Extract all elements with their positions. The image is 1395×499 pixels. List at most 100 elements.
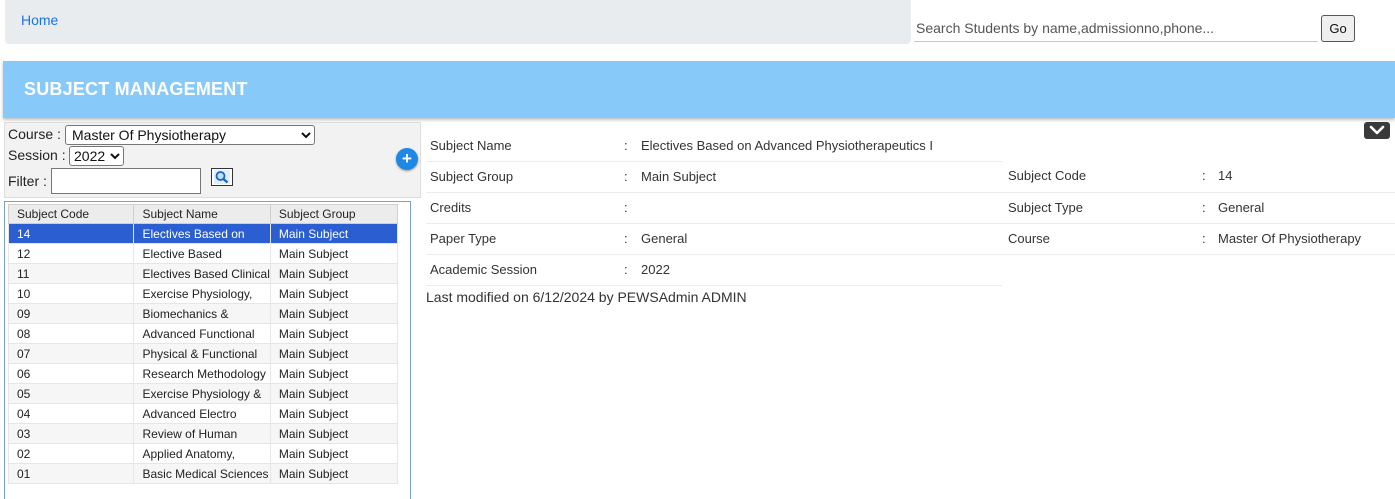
course-select[interactable]: Master Of Physiotherapy (65, 125, 315, 145)
cell-subject-code: 04 (7, 403, 135, 424)
cell-subject-name: Electives Based on (133, 223, 271, 244)
table-row[interactable]: 11 Electives Based Clinical Main Subject (7, 263, 399, 284)
table-row[interactable]: 03 Review of Human Main Subject (7, 423, 399, 444)
chevron-down-icon (1369, 125, 1385, 135)
subject-type-value: General (1218, 200, 1265, 215)
session-label: Session : (8, 147, 66, 163)
column-header-subject-group[interactable]: Subject Group (269, 204, 399, 224)
table-header-row: Subject Code Subject Name Subject Group (7, 204, 399, 224)
plus-circle-icon: + (402, 149, 412, 168)
go-button[interactable]: Go (1321, 15, 1355, 42)
separator: : (1202, 231, 1206, 246)
separator: : (624, 200, 628, 215)
table-row[interactable]: 12 Elective Based Main Subject (7, 243, 399, 264)
cell-subject-group: Main Subject (269, 403, 399, 424)
table-row[interactable]: 06 Research Methodology Main Subject (7, 363, 399, 384)
table-row[interactable]: 01 Basic Medical Sciences Main Subject (7, 463, 399, 484)
cell-subject-code: 10 (7, 283, 135, 304)
last-modified-text: Last modified on 6/12/2024 by PEWSAdmin … (426, 289, 747, 305)
subject-group-value: Main Subject (641, 169, 717, 184)
subject-name-value: Electives Based on Advanced Physiotherap… (641, 138, 933, 153)
separator: : (624, 262, 628, 277)
course-detail-value: Master Of Physiotherapy (1218, 231, 1362, 246)
filter-panel: Course : Master Of Physiotherapy Session… (4, 122, 421, 198)
subject-table-body: 14 Electives Based on Main Subject 12 Electi… (7, 223, 399, 484)
cell-subject-group: Main Subject (269, 463, 399, 484)
divider (426, 161, 1002, 162)
session-select[interactable]: 2022 (69, 146, 124, 166)
cell-subject-name: Advanced Electro (133, 403, 271, 424)
table-row[interactable]: 02 Applied Anatomy, Main Subject (7, 443, 399, 464)
home-link[interactable]: Home (21, 12, 58, 28)
cell-subject-group: Main Subject (269, 423, 399, 444)
paper-type-value: General (641, 231, 688, 246)
divider (426, 192, 1395, 193)
cell-subject-name: Applied Anatomy, (133, 443, 271, 464)
page-title: SUBJECT MANAGEMENT (24, 79, 248, 99)
course-label: Course : (8, 126, 61, 142)
cell-subject-group: Main Subject (269, 443, 399, 464)
cell-subject-code: 06 (7, 363, 135, 384)
cell-subject-name: Advanced Functional (133, 323, 271, 344)
cell-subject-name: Review of Human (133, 423, 271, 444)
cell-subject-code: 09 (7, 303, 135, 324)
page-banner: SUBJECT MANAGEMENT (3, 61, 1395, 118)
cell-subject-group: Main Subject (269, 283, 399, 304)
table-row[interactable]: 08 Advanced Functional Main Subject (7, 323, 399, 344)
subject-code-value: 14 (1218, 168, 1233, 183)
cell-subject-group: Main Subject (269, 263, 399, 284)
collapse-button[interactable] (1364, 122, 1390, 139)
search-icon (214, 170, 230, 184)
separator: : (1202, 200, 1206, 215)
subject-type-label: Subject Type (1008, 200, 1083, 215)
cell-subject-code: 11 (7, 263, 135, 284)
cell-subject-code: 07 (7, 343, 135, 364)
column-header-subject-code[interactable]: Subject Code (7, 204, 135, 224)
table-row[interactable]: 14 Electives Based on Main Subject (7, 223, 399, 244)
cell-subject-group: Main Subject (269, 323, 399, 344)
cell-subject-name: Basic Medical Sciences (133, 463, 271, 484)
top-nav-bar: Home (5, 0, 911, 44)
paper-type-label: Paper Type (430, 231, 497, 246)
cell-subject-code: 08 (7, 323, 135, 344)
cell-subject-code: 03 (7, 423, 135, 444)
filter-label: Filter : (8, 173, 47, 189)
filter-input[interactable] (51, 168, 201, 194)
cell-subject-group: Main Subject (269, 363, 399, 384)
cell-subject-code: 05 (7, 383, 135, 404)
student-search-input[interactable] (914, 14, 1318, 42)
cell-subject-code: 12 (7, 243, 135, 264)
academic-session-label: Academic Session (430, 262, 537, 277)
subject-code-label: Subject Code (1008, 168, 1087, 183)
column-header-subject-name[interactable]: Subject Name (133, 204, 271, 224)
academic-session-value: 2022 (641, 262, 670, 277)
cell-subject-group: Main Subject (269, 243, 399, 264)
subject-table: Subject Code Subject Name Subject Group … (7, 204, 399, 484)
cell-subject-name: Exercise Physiology, (133, 283, 271, 304)
table-row[interactable]: 04 Advanced Electro Main Subject (7, 403, 399, 424)
cell-subject-name: Elective Based (133, 243, 271, 264)
cell-subject-code: 14 (7, 223, 135, 244)
cell-subject-code: 01 (7, 463, 135, 484)
subject-group-label: Subject Group (430, 169, 514, 184)
table-row[interactable]: 10 Exercise Physiology, Main Subject (7, 283, 399, 304)
cell-subject-name: Physical & Functional (133, 343, 271, 364)
divider (426, 285, 1002, 286)
table-row[interactable]: 09 Biomechanics & Main Subject (7, 303, 399, 324)
credits-label: Credits (430, 200, 472, 215)
separator: : (1202, 168, 1206, 183)
cell-subject-code: 02 (7, 443, 135, 464)
add-subject-button[interactable]: + (396, 148, 418, 170)
cell-subject-group: Main Subject (269, 223, 399, 244)
separator: : (624, 138, 628, 153)
cell-subject-group: Main Subject (269, 383, 399, 404)
cell-subject-name: Research Methodology (133, 363, 271, 384)
filter-search-button[interactable] (211, 168, 233, 186)
table-row[interactable]: 05 Exercise Physiology & Main Subject (7, 383, 399, 404)
divider (426, 254, 1395, 255)
divider (426, 223, 1395, 224)
cell-subject-group: Main Subject (269, 303, 399, 324)
cell-subject-name: Biomechanics & (133, 303, 271, 324)
table-row[interactable]: 07 Physical & Functional Main Subject (7, 343, 399, 364)
cell-subject-name: Electives Based Clinical (133, 263, 271, 284)
